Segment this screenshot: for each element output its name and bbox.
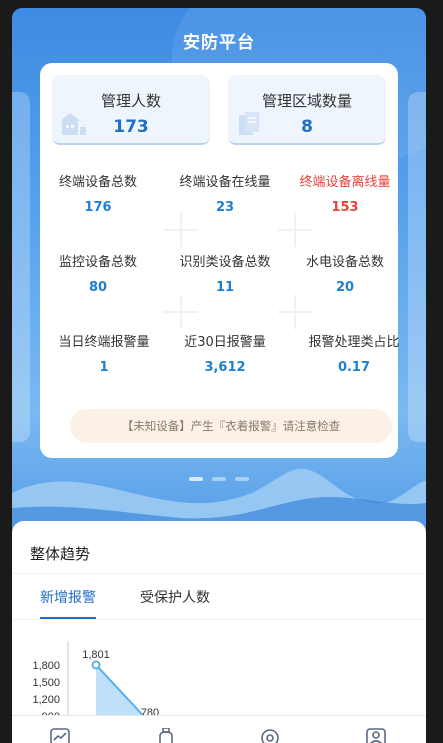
y-tick-label: 1,800 [32,660,60,672]
stat-value: 11 [215,280,235,295]
carousel-prev-card[interactable] [12,92,30,442]
grid-separator [164,295,198,329]
tab-new-alarms[interactable]: 新增报警 [40,587,96,607]
stat-value: 20 [335,280,355,295]
grid-separator [278,213,312,247]
stat-label: 终端设备离线量 [299,175,391,190]
trend-title: 整体趋势 [30,545,91,563]
stat-alarm-handling-ratio[interactable]: 报警处理类占比 0.17 [294,331,414,375]
stat-label: 监控设备总数 [58,255,137,270]
grid-separator [278,295,312,329]
stat-label: 当日终端报警量 [58,335,150,350]
bottle-icon[interactable] [156,728,176,743]
stat-label: 识别类设备总数 [179,255,271,270]
stat-30day-alarms[interactable]: 近30日报警量 3,612 [165,331,285,375]
alarm-notice[interactable]: 【未知设备】产生『衣着报警』请注意检查 [70,409,392,443]
y-tick-label: 1,200 [32,694,60,706]
data-point[interactable] [91,660,101,670]
summary-managed-areas[interactable]: 管理区域数量 8 [228,75,386,145]
page-title: 安防平台 [183,33,255,53]
stat-value: 0.17 [337,360,371,375]
stat-today-alarms[interactable]: 当日终端报警量 1 [44,331,164,375]
data-label: 1,801 [82,649,110,661]
stat-label: 近30日报警量 [184,335,266,350]
stat-value: 23 [215,200,235,215]
stat-terminal-total[interactable]: 终端设备总数 176 [38,171,158,215]
stat-terminal-offline[interactable]: 终端设备离线量 153 [285,171,405,215]
stats-card: 管理人数 173 管理区域数量 8 终端设备总数 176 终端设备在线量 23 [38,63,400,458]
app-screen: 安防平台 管理人数 173 管理区域数量 8 终端设备总数 176 终端设备在线… [12,8,426,743]
y-tick-label: 1,500 [32,677,60,689]
stat-value: 3,612 [204,360,246,375]
stat-value: 1 [99,360,109,375]
tab-protected-people[interactable]: 受保护人数 [140,587,210,607]
camera-icon[interactable] [260,728,280,743]
stat-utility-total[interactable]: 水电设备总数 20 [285,251,405,295]
stat-monitor-total[interactable]: 监控设备总数 80 [38,251,158,295]
user-icon[interactable] [366,728,386,743]
stat-recognition-total[interactable]: 识别类设备总数 11 [165,251,285,295]
summary-title: 管理区域数量 [261,92,352,110]
bottom-tab-bar [12,715,426,743]
trend-panel: 整体趋势 新增报警 受保护人数 1,8001,5001,200900 1,801… [12,521,426,743]
stat-value: 80 [88,280,108,295]
stat-value: 176 [84,200,112,215]
stat-label: 终端设备总数 [58,175,137,190]
chart-icon[interactable] [50,728,70,743]
divider [12,619,426,620]
stat-terminal-online[interactable]: 终端设备在线量 23 [165,171,285,215]
summary-managed-people[interactable]: 管理人数 173 [52,75,210,145]
summary-title: 管理人数 [100,92,161,110]
summary-value: 173 [113,117,149,137]
stat-label: 水电设备总数 [305,255,384,270]
carousel-next-card[interactable] [408,92,426,442]
stat-label: 报警处理类占比 [308,335,400,350]
trend-chart: 1,8001,5001,200900 1,801780 [32,641,159,726]
grid-separator [164,213,198,247]
stat-value: 153 [331,200,359,215]
summary-value: 8 [301,117,313,137]
divider [12,573,426,574]
stat-label: 终端设备在线量 [179,175,271,190]
